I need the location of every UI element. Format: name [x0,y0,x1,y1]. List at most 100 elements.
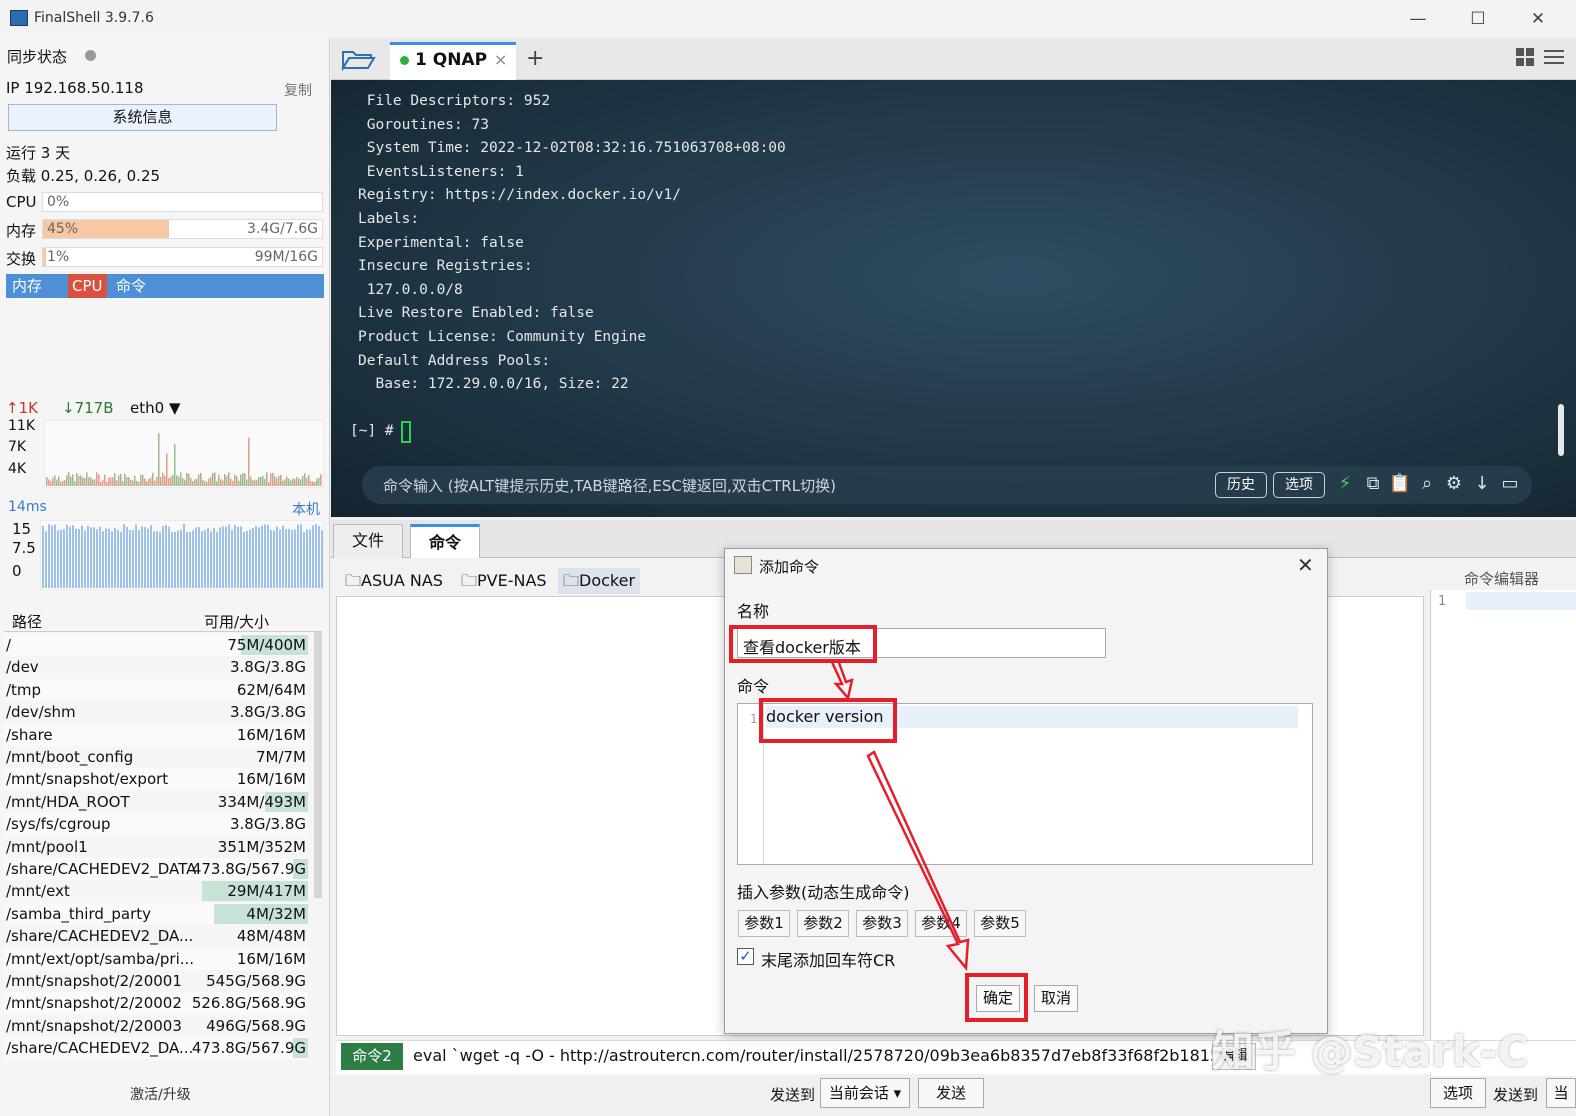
history-button[interactable]: 历史 [1215,472,1267,498]
command-text[interactable]: eval `wget -q -O - http://astroutercn.co… [413,1046,1247,1065]
network-bar [144,478,146,486]
latency-bar [48,524,50,588]
net-tick-2: 4K [8,461,27,477]
editor-options-button[interactable]: 选项 [1430,1078,1486,1108]
gear-icon[interactable]: ⚙ [1442,472,1466,496]
disk-row[interactable]: /mnt/snapshot/2/20002 526.8G/568.9G [4,992,308,1015]
append-cr-checkbox[interactable]: ✓ [737,948,754,965]
add-tab-icon[interactable]: + [526,46,544,71]
network-bar [78,475,80,486]
swap-meter: 1% 99M/16G [42,247,323,267]
search-icon[interactable]: ⌕ [1415,472,1439,496]
arrow-down-icon[interactable]: ↓ [1470,472,1494,496]
folder-label: PVE-NAS [477,571,547,590]
latency-bar [105,528,107,588]
minimize-button[interactable]: — [1398,6,1438,32]
disk-row[interactable]: /mnt/HDA_ROOT 334M/493M [4,790,308,813]
editor-send-target-select[interactable]: 当 [1546,1078,1576,1108]
command-badge[interactable]: 命令2 [341,1043,403,1070]
disk-size: 16M/16M [236,725,306,744]
tab-commands[interactable]: 命令 [410,524,481,558]
disk-row[interactable]: /sys/fs/cgroup 3.8G/3.8G [4,813,308,836]
disk-path: /share/CACHEDEV2_DA... [6,927,194,946]
disk-row[interactable]: /mnt/ext 29M/417M [4,880,308,903]
net-interface-select[interactable]: eth0 ▼ [130,399,181,417]
chevron-down-icon: ▾ [893,1084,902,1102]
disk-path: /mnt/boot_config [6,748,134,766]
folder-asua-nas[interactable]: 🗀ASUA NAS [340,568,448,594]
network-bar [294,478,296,486]
disk-row[interactable]: /mnt/ext/opt/samba/pri... 16M/16M [4,947,308,970]
disk-size: 7M/7M [255,748,306,766]
grid-view-icon[interactable] [1516,48,1536,68]
disk-row[interactable]: /share/CACHEDEV2_DATA 473.8G/567.9G [4,858,308,880]
title-bar [0,0,1576,38]
disk-row[interactable]: /share 16M/16M [4,723,308,746]
system-info-button[interactable]: 系统信息 [8,104,277,131]
network-bar [266,472,268,486]
param-3-button[interactable]: 参数3 [856,910,908,937]
cancel-button[interactable]: 取消 [1034,985,1078,1012]
network-bar [214,472,216,486]
copy-ip-link[interactable]: 复制 [284,80,312,100]
paste-icon[interactable]: 📋 [1388,472,1412,496]
latency-bar [102,531,104,588]
disk-col-path[interactable]: 路径 [12,611,42,632]
window-icon[interactable]: ▭ [1498,472,1522,496]
latency-bar [117,530,119,588]
network-bar [320,474,322,486]
param-2-button[interactable]: 参数2 [797,910,849,937]
disk-row[interactable]: /mnt/snapshot/2/20001 545G/568.9G [4,970,308,992]
disk-row[interactable]: /mnt/snapshot/2/20003 496G/568.9G [4,1014,308,1037]
terminal-scrollbar[interactable] [1558,404,1564,456]
disk-row[interactable]: /share/CACHEDEV2_DA... 473.8G/567.9G [4,1037,308,1060]
dialog-close-icon[interactable]: ✕ [1297,553,1314,577]
session-close-icon[interactable]: × [494,50,507,69]
param-1-button[interactable]: 参数1 [738,910,790,937]
network-bar [46,477,48,486]
activate-upgrade-link[interactable]: 激活/升级 [130,1084,191,1104]
param-4-button[interactable]: 参数4 [915,910,967,937]
folder-open-icon[interactable] [340,46,376,72]
menu-icon[interactable] [1544,48,1564,66]
network-bar [310,480,312,486]
options-button[interactable]: 选项 [1273,472,1325,498]
proc-tab-mem[interactable]: 内存 [8,274,46,298]
tab-files[interactable]: 文件 [333,524,404,558]
disk-row[interactable]: /mnt/boot_config 7M/7M [4,746,308,768]
proc-tab-cmd[interactable]: 命令 [112,274,150,298]
copy-icon[interactable]: ⧉ [1361,472,1385,496]
disk-row[interactable]: / 75M/400M [4,634,308,656]
send-button[interactable]: 发送 [918,1078,984,1108]
maximize-button[interactable]: ☐ [1458,6,1498,32]
disk-row[interactable]: /share/CACHEDEV2_DA... 48M/48M [4,925,308,948]
disk-row[interactable]: /tmp 62M/64M [4,678,308,701]
latency-bar [210,531,212,588]
disk-row[interactable]: /mnt/snapshot/export 16M/16M [4,768,308,791]
disk-row[interactable]: /mnt/pool1 351M/352M [4,835,308,858]
param-5-button[interactable]: 参数5 [974,910,1026,937]
folder-pve-nas[interactable]: 🗀PVE-NAS [456,568,552,594]
network-bar [64,480,66,486]
network-bar [234,474,236,486]
folder-docker[interactable]: 🗀Docker [558,568,641,594]
disk-row[interactable]: /dev 3.8G/3.8G [4,656,308,679]
proc-tab-cpu[interactable]: CPU [68,274,107,298]
disk-list-scrollbar[interactable] [314,632,322,898]
command-editor[interactable] [1430,590,1576,1076]
network-bar [72,474,74,486]
network-bar [70,476,72,486]
terminal-prompt: [~] # [350,423,394,439]
disk-path: /share/CACHEDEV2_DATA [6,860,196,878]
network-bar [102,479,104,486]
latency-graph [40,520,324,590]
latency-bar [264,524,266,588]
send-target-select[interactable]: 当前会话 ▾ [820,1078,910,1108]
disk-col-size[interactable]: 可用/大小 [204,611,269,632]
net-interface-label: eth0 [130,399,165,417]
lightning-icon[interactable]: ⚡ [1333,472,1357,496]
latency-bar [42,525,44,588]
disk-row[interactable]: /dev/shm 3.8G/3.8G [4,701,308,724]
close-window-button[interactable]: ✕ [1518,6,1558,32]
disk-row[interactable]: /samba_third_party 4M/32M [4,902,308,925]
